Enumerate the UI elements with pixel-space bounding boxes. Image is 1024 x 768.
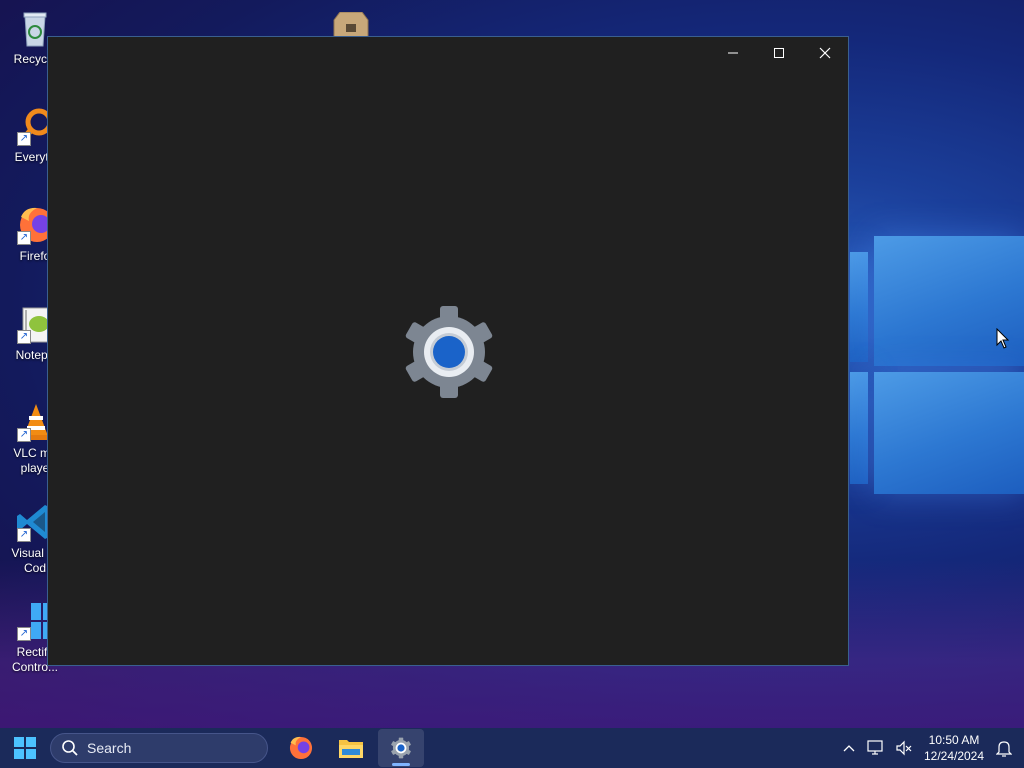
mouse-cursor-icon: [996, 328, 1010, 349]
search-icon: [62, 740, 78, 756]
search-box[interactable]: Search: [50, 733, 268, 763]
notification-bell-icon: [996, 741, 1012, 757]
notifications-button[interactable]: [992, 728, 1016, 768]
clock-time: 10:50 AM: [928, 733, 980, 747]
desktop: Recycle ↗ Everyth ↗ Firefo ↗ Notepa ↗ VL…: [0, 0, 1024, 728]
close-button[interactable]: [802, 37, 848, 69]
clock-date: 12/24/2024: [923, 749, 985, 763]
network-button[interactable]: [864, 728, 888, 768]
volume-muted-icon: [896, 740, 912, 756]
settings-gear-icon: [391, 737, 411, 759]
minimize-button[interactable]: [710, 37, 756, 69]
volume-button[interactable]: [892, 728, 916, 768]
windows-start-icon: [14, 737, 36, 759]
taskbar-app-file-explorer[interactable]: [328, 729, 374, 767]
settings-gear-icon: [405, 306, 493, 398]
archive-package-icon: [333, 11, 369, 39]
firefox-icon: [289, 736, 313, 760]
network-icon: [867, 740, 883, 755]
taskbar-app-settings[interactable]: [378, 729, 424, 767]
clock[interactable]: 10:50 AM 12/24/2024: [918, 732, 990, 764]
maximize-icon: [774, 48, 784, 58]
show-hidden-icons-button[interactable]: [838, 728, 860, 768]
taskbar-app-firefox[interactable]: [278, 729, 324, 767]
file-explorer-icon: [339, 740, 363, 758]
minimize-icon: [728, 52, 738, 54]
wallpaper-windows-logo: [848, 230, 1024, 550]
search-placeholder: Search: [87, 740, 132, 756]
close-icon: [819, 47, 831, 59]
active-indicator: [392, 763, 410, 766]
chevron-up-icon: [843, 745, 855, 752]
title-bar-controls: [710, 37, 848, 69]
shortcut-arrow-icon: ↗: [17, 132, 31, 146]
settings-splash-logo: [400, 305, 498, 399]
maximize-button[interactable]: [756, 37, 802, 69]
taskbar: Search 10:50 AM 12/24/2024: [0, 728, 1024, 768]
desktop-icon-archive[interactable]: [330, 11, 372, 39]
start-button[interactable]: [2, 729, 48, 767]
settings-window[interactable]: [47, 36, 849, 666]
